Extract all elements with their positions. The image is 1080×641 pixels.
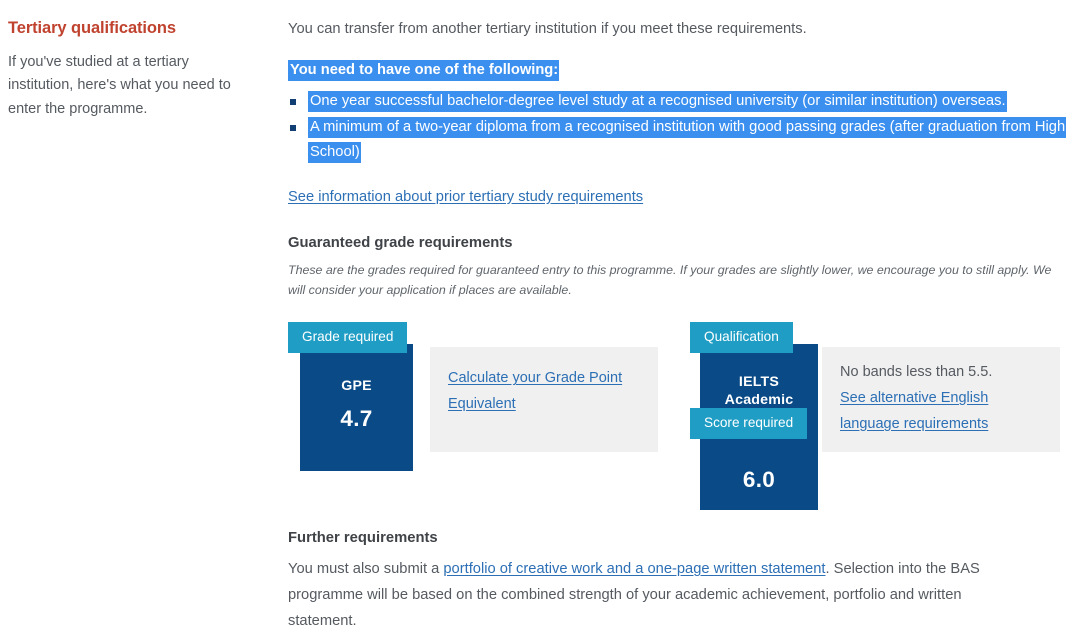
- requirements-list: One year successful bachelor-degree leve…: [288, 89, 1068, 166]
- gpe-label: GPE: [341, 378, 372, 395]
- calculate-gpe-link[interactable]: Calculate your Grade Point Equivalent: [448, 370, 622, 412]
- further-requirements-body: You must also submit a portfolio of crea…: [288, 556, 1028, 634]
- sidebar: Tertiary qualifications If you've studie…: [8, 18, 258, 121]
- guaranteed-grade-heading: Guaranteed grade requirements: [288, 234, 513, 251]
- ielts-label-line1: IELTS: [738, 374, 780, 391]
- sidebar-description: If you've studied at a tertiary institut…: [8, 53, 231, 117]
- further-text-before: You must also submit a: [288, 561, 444, 577]
- ielts-score-tag: Score required: [690, 408, 808, 439]
- requirement-cards: GPE 4.7 Grade required Calculate your Gr…: [288, 322, 1068, 511]
- gpe-value-box: GPE 4.7: [300, 344, 413, 472]
- prior-tertiary-study-link[interactable]: See information about prior tertiary stu…: [288, 189, 643, 205]
- requirement-text: One year successful bachelor-degree leve…: [308, 90, 1007, 112]
- ielts-label: IELTS Academic: [700, 374, 818, 410]
- gpe-value: 4.7: [340, 406, 373, 432]
- ielts-qualification-tag: Qualification: [690, 322, 793, 353]
- page-title: Tertiary qualifications: [8, 19, 176, 37]
- portfolio-link[interactable]: portfolio of creative work and a one-pag…: [443, 561, 825, 577]
- list-item: One year successful bachelor-degree leve…: [288, 89, 1068, 114]
- requirements-lead-in: You need to have one of the following:: [288, 59, 1068, 81]
- further-requirements-heading: Further requirements: [288, 530, 438, 546]
- ielts-label-line2: Academic: [724, 392, 794, 409]
- ielts-score-value: 6.0: [742, 467, 776, 493]
- requirement-text: A minimum of a two-year diploma from a r…: [308, 117, 1067, 164]
- gpe-tag: Grade required: [288, 322, 408, 353]
- page-root: Tertiary qualifications If you've studie…: [0, 0, 1080, 641]
- intro-paragraph: You can transfer from another tertiary i…: [288, 21, 807, 37]
- further-requirements: Further requirements You must also submi…: [288, 530, 1028, 634]
- ielts-panel-text: No bands less than 5.5. See alternative …: [840, 360, 1045, 437]
- main-content: You can transfer from another tertiary i…: [288, 18, 1068, 511]
- guaranteed-grade-note: These are the grades required for guaran…: [288, 262, 1052, 297]
- ielts-bands-note: No bands less than 5.5.: [840, 364, 993, 381]
- requirements-lead-in-text: You need to have one of the following:: [288, 59, 560, 81]
- gpe-panel-text: Calculate your Grade Point Equivalent: [448, 366, 648, 418]
- list-item: A minimum of a two-year diploma from a r…: [288, 115, 1068, 166]
- alternative-english-link[interactable]: See alternative English language require…: [840, 390, 988, 432]
